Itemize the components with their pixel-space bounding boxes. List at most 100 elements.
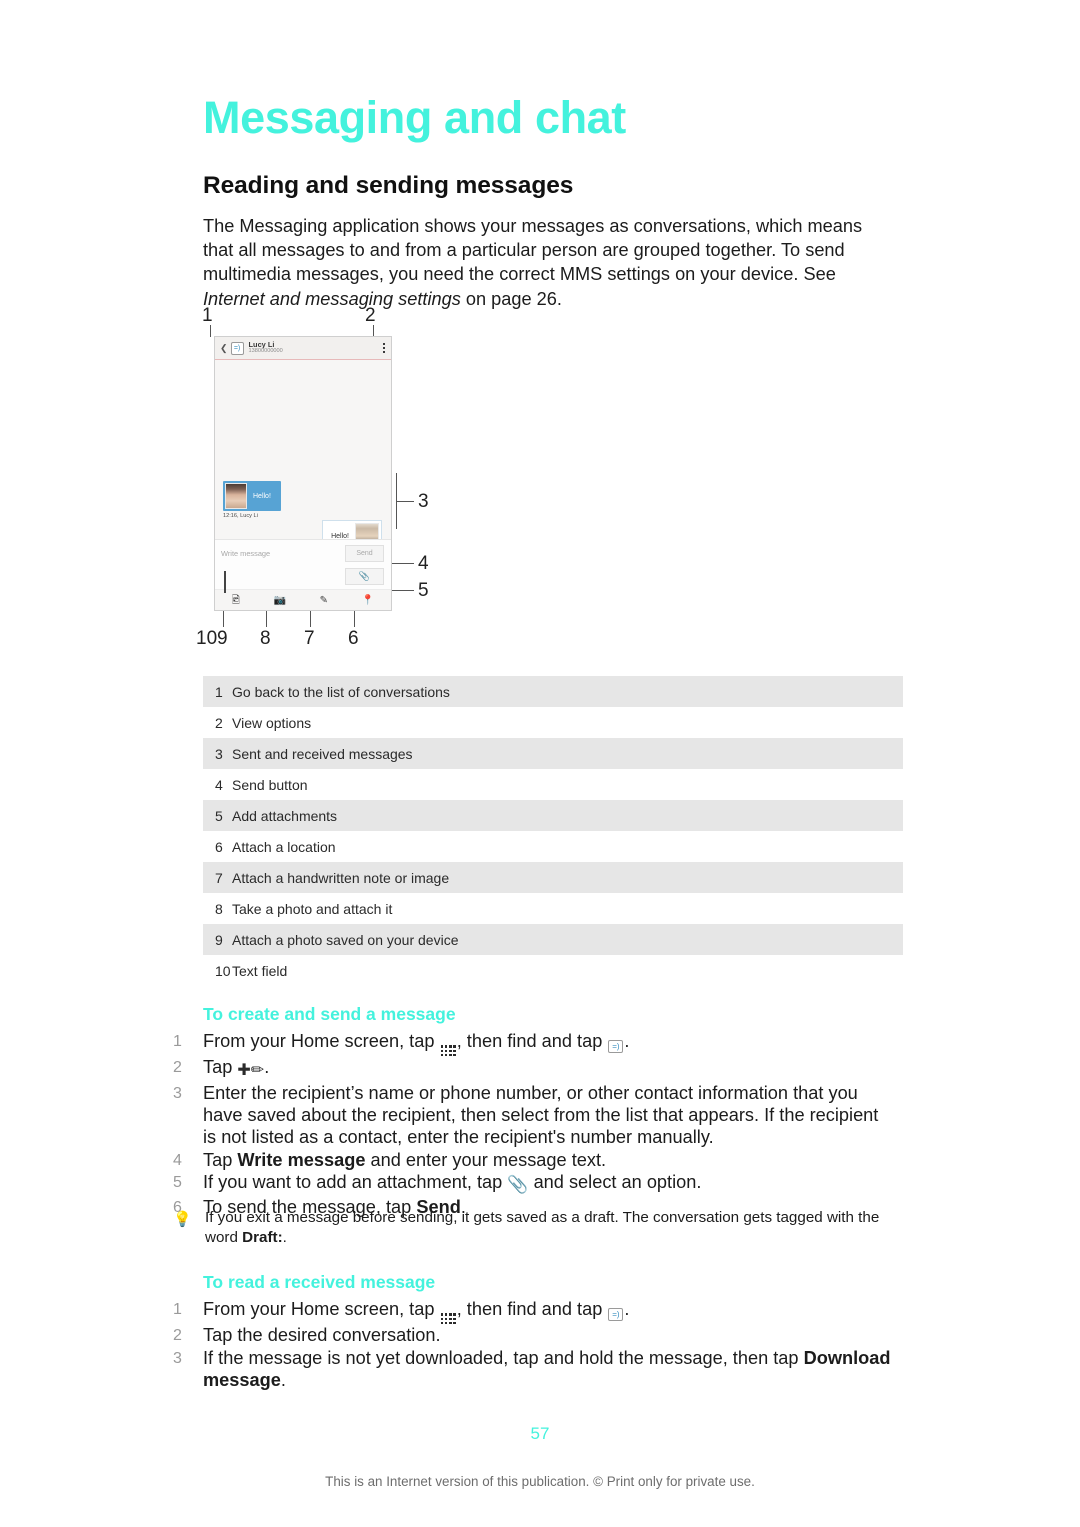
procedure-read-message: To read a received message 1 From your H… xyxy=(173,1272,893,1393)
write-message-input[interactable]: Write message xyxy=(221,549,270,558)
row-number: 10 xyxy=(215,962,231,979)
step-text-c: and select an option. xyxy=(528,1172,702,1193)
callout-3: 3 xyxy=(418,491,429,512)
conversation-header: ❮ =) Lucy Li 13800000000 xyxy=(215,337,391,360)
step-number: 4 xyxy=(173,1151,182,1169)
camera-icon[interactable]: 📷 xyxy=(274,595,286,606)
table-row: 3 Sent and received messages xyxy=(203,738,903,769)
step-text-a: Tap xyxy=(203,1149,238,1170)
intro-text-part1: The Messaging application shows your mes… xyxy=(203,216,863,285)
gallery-icon[interactable]: 🖻 xyxy=(232,595,240,606)
table-row: 8 Take a photo and attach it xyxy=(203,893,903,924)
procedure-step: 5 If you want to add an attachment, tap … xyxy=(173,1172,893,1196)
tip-note: 💡 If you exit a message before sending, … xyxy=(173,1208,893,1248)
step-text-a: If you want to add an attachment, tap xyxy=(203,1172,508,1193)
step-number: 1 xyxy=(173,1033,182,1050)
incoming-message-meta: 12:16, Lucy Li xyxy=(223,513,258,519)
procedure-heading: To read a received message xyxy=(203,1272,436,1292)
row-number: 3 xyxy=(215,745,223,762)
callout-4: 4 xyxy=(418,553,429,574)
manual-page: Messaging and chat Reading and sending m… xyxy=(0,0,1080,1527)
leader-line-8 xyxy=(266,611,267,627)
step-text: From your Home screen, tap , then find a… xyxy=(203,1031,893,1057)
overflow-menu-icon[interactable] xyxy=(382,343,385,354)
attachment-row: 📎 xyxy=(215,567,391,589)
procedure-step: 2 Tap the desired conversation. xyxy=(173,1325,893,1347)
step-text: If you want to add an attachment, tap 📎 … xyxy=(203,1172,893,1196)
step-number: 2 xyxy=(173,1327,182,1345)
row-label: Send button xyxy=(232,776,308,793)
step-number: 3 xyxy=(173,1350,182,1368)
message-thread: Hello! 12:16, Lucy Li Hello! ✔ 12:17, Me xyxy=(215,360,391,562)
section-heading: Reading and sending messages xyxy=(203,172,574,199)
procedure-create-message: To create and send a message 1 From your… xyxy=(173,1004,893,1220)
procedure-step: 3 If the message is not yet downloaded, … xyxy=(173,1348,893,1392)
procedure-step: 3 Enter the recipient’s name or phone nu… xyxy=(173,1083,893,1148)
step-text: If the message is not yet downloaded, ta… xyxy=(203,1348,893,1392)
leader-line-7 xyxy=(310,611,311,627)
messaging-app-icon: =) xyxy=(608,1308,624,1322)
row-label: Attach a photo saved on your device xyxy=(232,931,459,948)
row-number: 7 xyxy=(215,869,223,886)
paperclip-icon[interactable]: 📎 xyxy=(345,568,384,585)
table-row: 2 View options xyxy=(203,707,903,738)
message-input-row[interactable]: Write message Send xyxy=(215,539,391,567)
page-number: 57 xyxy=(530,1424,550,1443)
table-row: 7 Attach a handwritten note or image xyxy=(203,862,903,893)
callout-9: 9 xyxy=(217,628,228,649)
row-number: 6 xyxy=(215,838,223,855)
step-text: Tap Write message and enter your message… xyxy=(203,1150,893,1172)
row-number: 5 xyxy=(215,807,223,824)
step-text-c: . xyxy=(280,1369,286,1390)
table-row: 5 Add attachments xyxy=(203,800,903,831)
step-text-b: , then find and tap xyxy=(456,1031,608,1051)
leader-line-3 xyxy=(396,501,414,502)
send-button[interactable]: Send xyxy=(345,545,384,562)
step-text-c: . xyxy=(264,1057,270,1078)
callout-5: 5 xyxy=(418,580,429,601)
step-number: 1 xyxy=(173,1301,182,1318)
step-text: From your Home screen, tap , then find a… xyxy=(203,1299,893,1325)
step-number: 3 xyxy=(173,1085,182,1103)
tip-text-bold: Draft: xyxy=(242,1229,283,1246)
new-message-icon: ✚✏ xyxy=(237,1062,265,1080)
lightbulb-icon: 💡 xyxy=(173,1211,192,1228)
footer-note: This is an Internet version of this publ… xyxy=(325,1474,755,1489)
table-row: 4 Send button xyxy=(203,769,903,800)
contact-info: Lucy Li 13800000000 xyxy=(248,339,283,356)
callout-2: 2 xyxy=(365,305,376,326)
messaging-app-icon: =) xyxy=(230,341,244,355)
callout-8: 8 xyxy=(260,628,271,649)
step-text-c: . xyxy=(624,1299,630,1319)
row-label: Add attachments xyxy=(232,807,338,824)
annotated-figure: 1 2 3 4 5 10 9 8 7 6 ❮ =) Lucy Li 138000… xyxy=(196,305,446,655)
intro-paragraph: The Messaging application shows your mes… xyxy=(203,214,883,311)
procedure-step: 1 From your Home screen, tap , then find… xyxy=(173,1031,893,1057)
table-row: 9 Attach a photo saved on your device xyxy=(203,924,903,955)
contact-name: Lucy Li xyxy=(248,339,275,349)
incoming-message-bubble: Hello! xyxy=(223,481,281,511)
location-pin-icon[interactable]: 📍 xyxy=(362,595,374,606)
row-number: 9 xyxy=(215,931,223,948)
step-text-bold: Write message xyxy=(237,1149,366,1170)
leader-line-4 xyxy=(392,563,414,564)
contact-number: 13800000000 xyxy=(248,348,283,355)
text-field-caret xyxy=(224,571,226,593)
messaging-app-icon: =) xyxy=(608,1040,624,1054)
row-number: 2 xyxy=(215,714,223,731)
step-text-b: , then find and tap xyxy=(456,1299,608,1319)
row-label: View options xyxy=(232,714,312,731)
figure-legend-table: 1 Go back to the list of conversations 2… xyxy=(203,676,903,986)
leader-line-1 xyxy=(210,325,211,337)
step-text-a: If the message is not yet downloaded, ta… xyxy=(203,1348,804,1369)
procedure-step: 4 Tap Write message and enter your messa… xyxy=(173,1150,893,1172)
handwriting-icon[interactable]: ✎ xyxy=(320,595,328,606)
procedure-step: 1 From your Home screen, tap , then find… xyxy=(173,1299,893,1325)
step-text-a: Tap xyxy=(203,1057,238,1078)
tip-text-a: If you exit a message before sending, it… xyxy=(205,1209,880,1246)
row-label: Attach a location xyxy=(232,838,336,855)
back-chevron-icon[interactable]: ❮ xyxy=(220,343,228,353)
row-number: 8 xyxy=(215,900,223,917)
paperclip-icon: 📎 xyxy=(507,1175,529,1195)
phone-screenshot: ❮ =) Lucy Li 13800000000 Hello! 12:16, L… xyxy=(214,336,392,611)
